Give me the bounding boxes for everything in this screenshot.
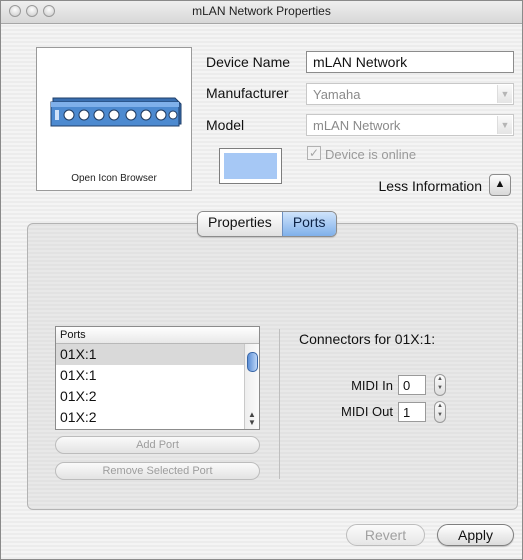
connectors-title: Connectors for 01X:1: [299,331,436,347]
combo-arrow-icon[interactable]: ▼ [497,116,512,134]
triangle-up-icon: ▲ [494,178,506,190]
mlan-device-icon [50,97,182,127]
model-label: Model [206,117,245,133]
apply-button[interactable]: Apply [437,524,514,546]
device-online-label: Device is online [325,147,417,162]
color-swatch-fill [224,153,277,179]
panel-divider [279,329,280,479]
manufacturer-combo[interactable]: Yamaha ▼ [306,83,514,105]
tab-bar: Properties Ports [197,211,337,237]
window-title: mLAN Network Properties [192,4,331,18]
model-value: mLAN Network [313,118,401,133]
device-color-well[interactable] [219,148,282,184]
ports-scrollbar[interactable]: ▲ ▼ [244,344,259,429]
revert-button[interactable]: Revert [346,524,425,546]
model-combo[interactable]: mLAN Network ▼ [306,114,514,136]
device-name-field[interactable]: mLAN Network [306,51,514,73]
ports-column-header[interactable]: Ports [56,327,259,344]
scroll-thumb[interactable] [247,352,258,372]
list-item[interactable]: 01X:2 [56,407,245,428]
less-information-button[interactable]: ▲ [489,174,511,196]
manufacturer-value: Yamaha [313,87,361,102]
remove-port-button[interactable]: Remove Selected Port [55,462,260,480]
list-item[interactable]: 01X:1 [56,344,245,365]
midi-out-stepper[interactable]: ▲ ▼ [434,401,446,423]
less-information-label: Less Information [378,178,483,194]
midi-out-label: MIDI Out [340,404,393,419]
tab-properties[interactable]: Properties [198,212,282,236]
title-bar[interactable]: mLAN Network Properties [1,1,522,24]
midi-in-label: MIDI In [351,378,393,393]
midi-in-stepper[interactable]: ▲ ▼ [434,374,446,396]
ports-list[interactable]: Ports 01X:1 01X:1 01X:2 01X:2 ▲ ▼ [55,326,260,430]
tab-ports[interactable]: Ports [281,212,336,236]
icon-browser-caption: Open Icon Browser [71,173,157,184]
icon-browser-button[interactable]: Open Icon Browser [36,47,192,191]
add-port-button[interactable]: Add Port [55,436,260,454]
midi-in-field[interactable]: 0 [398,375,426,395]
scroll-arrows-icon[interactable]: ▲ ▼ [245,411,259,427]
midi-out-field[interactable]: 1 [398,402,426,422]
device-name-label: Device Name [206,54,291,70]
combo-arrow-icon[interactable]: ▼ [497,85,512,103]
device-online-checkbox[interactable]: ✓ [307,146,321,160]
properties-window: mLAN Network Properties Open Icon Browse… [0,0,523,560]
list-item[interactable]: 01X:1 [56,365,245,386]
list-item[interactable]: 01X:2 [56,386,245,407]
manufacturer-label: Manufacturer [206,85,289,101]
